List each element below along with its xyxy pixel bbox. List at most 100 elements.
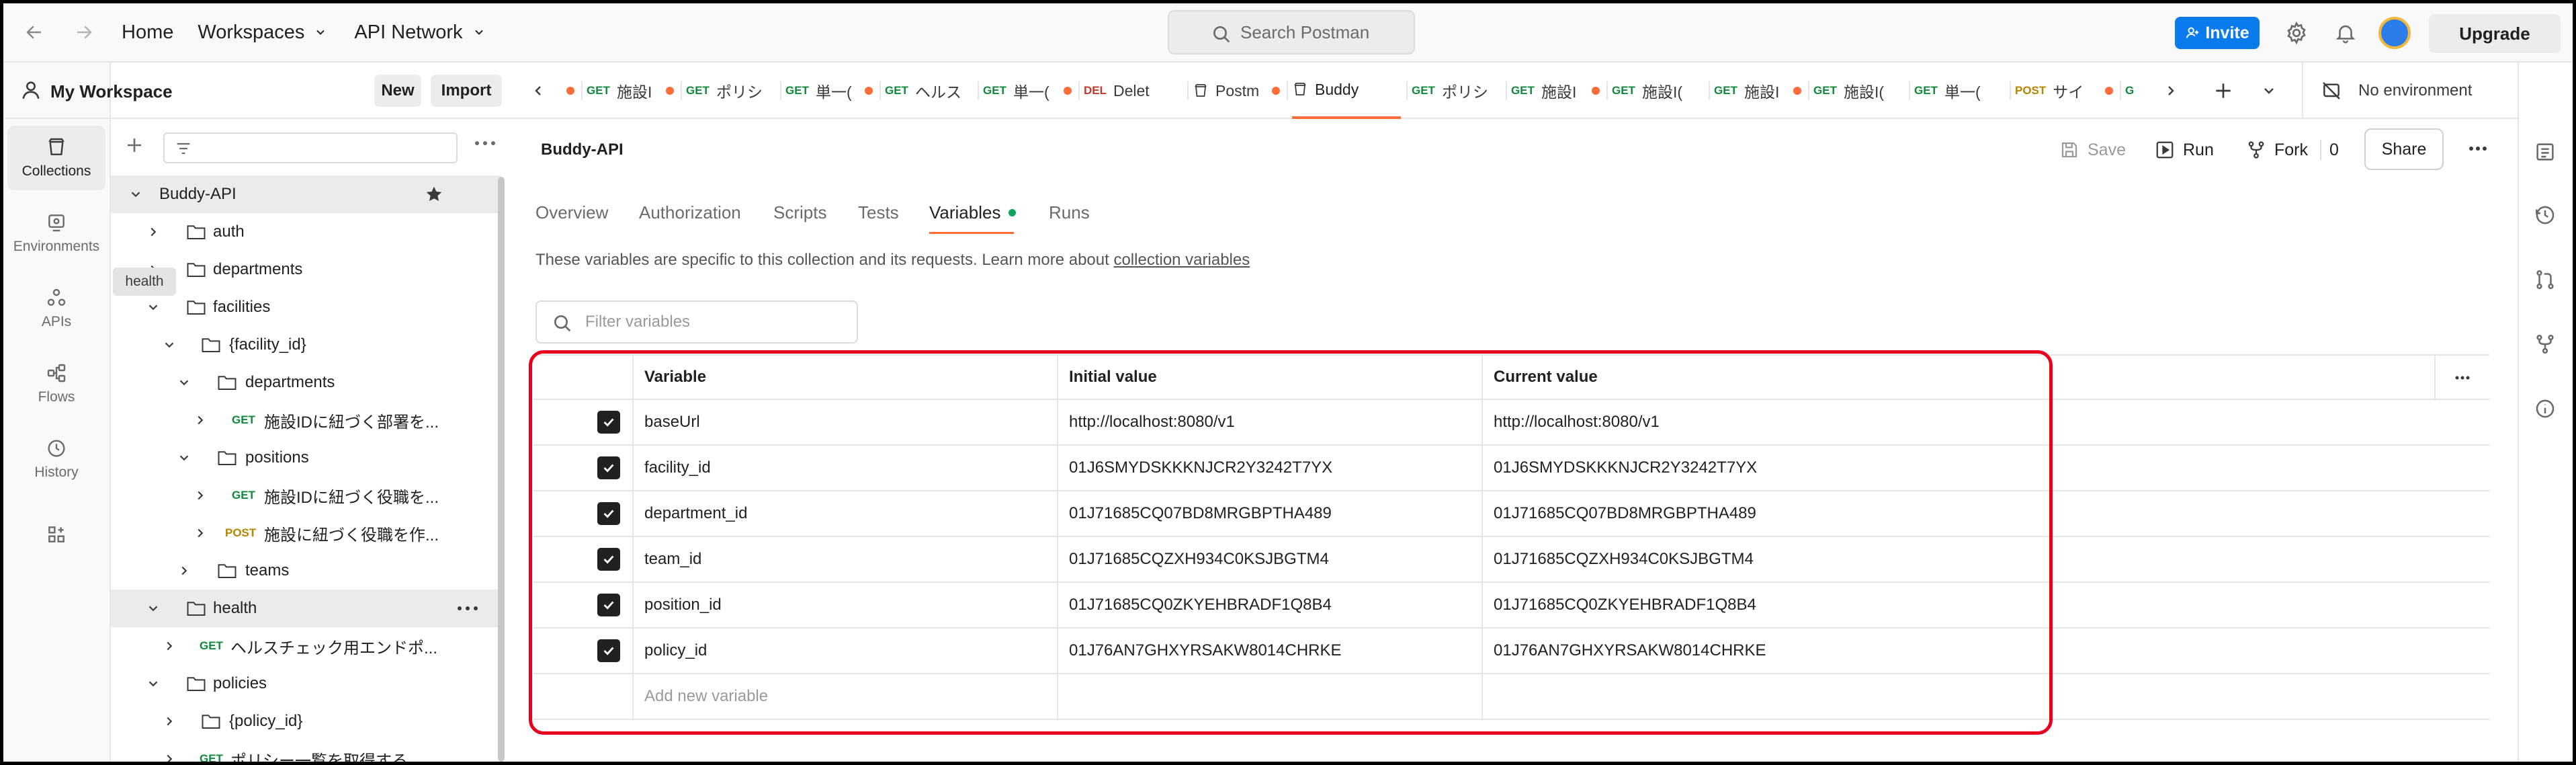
- request-tab[interactable]: GET ポリシ: [686, 63, 775, 119]
- variable-name-cell[interactable]: facility_id: [632, 446, 711, 490]
- search-postman-input[interactable]: Search Postman: [1168, 10, 1415, 54]
- initial-value-cell[interactable]: 01J71685CQZXH934C0KSJBGTM4: [1057, 537, 1329, 581]
- save-button[interactable]: Save: [2059, 136, 2126, 163]
- request-tab[interactable]: GET 単一(: [785, 63, 874, 119]
- tab-runs[interactable]: Runs: [1049, 202, 1090, 223]
- current-value-cell[interactable]: 01J76AN7GHXYRSAKW8014CHRKE: [1482, 629, 1766, 673]
- info-icon[interactable]: [2534, 397, 2557, 420]
- share-button[interactable]: Share: [2364, 128, 2444, 170]
- variable-name-cell[interactable]: department_id: [632, 491, 747, 536]
- star-icon[interactable]: [424, 184, 444, 204]
- request-tab[interactable]: GET ポリシ: [1412, 63, 1500, 119]
- new-button[interactable]: New: [374, 75, 421, 107]
- tree-folder-teams[interactable]: teams: [111, 552, 501, 590]
- enabled-checkbox[interactable]: [597, 594, 620, 616]
- sidebar-scrollbar[interactable]: [498, 177, 505, 762]
- user-avatar[interactable]: [2378, 17, 2411, 49]
- current-value-cell[interactable]: 01J71685CQZXH934C0KSJBGTM4: [1482, 537, 1754, 581]
- tree-folder-positions[interactable]: positions: [111, 439, 501, 477]
- enabled-checkbox[interactable]: [597, 548, 620, 571]
- tab-tests[interactable]: Tests: [858, 202, 899, 223]
- request-tab[interactable]: GET 施設I(: [1813, 63, 1903, 119]
- tree-folder-health[interactable]: health: [111, 590, 501, 627]
- add-icon[interactable]: [124, 135, 144, 155]
- back-arrow-icon[interactable]: [19, 17, 49, 47]
- more-options-icon[interactable]: [2454, 374, 2471, 381]
- notifications-bell-icon[interactable]: [2332, 19, 2359, 46]
- changelog-icon[interactable]: [2534, 204, 2557, 227]
- enabled-checkbox[interactable]: [597, 639, 620, 662]
- chevron-right-icon[interactable]: [2163, 83, 2179, 99]
- current-value-cell[interactable]: http://localhost:8080/v1: [1482, 400, 1660, 444]
- tree-request[interactable]: GET 施設IDに紐づく部署を...: [111, 401, 501, 439]
- collection-variables-link[interactable]: collection variables: [1113, 251, 1250, 269]
- request-tab[interactable]: GET 単一(: [983, 63, 1073, 119]
- new-tab-plus-icon[interactable]: [2213, 80, 2234, 102]
- request-tab[interactable]: GET ヘルス: [885, 63, 972, 119]
- initial-value-cell[interactable]: http://localhost:8080/v1: [1057, 400, 1235, 444]
- rail-apis[interactable]: APIs: [7, 276, 105, 341]
- variable-name-cell[interactable]: team_id: [632, 537, 701, 581]
- variable-name-cell[interactable]: baseUrl: [632, 400, 700, 444]
- variable-name-cell[interactable]: position_id: [632, 583, 722, 627]
- more-options-icon[interactable]: [456, 604, 479, 612]
- tree-collection-buddy-api[interactable]: Buddy-API: [111, 175, 501, 213]
- tree-request[interactable]: POST 施設に紐づく役職を作...: [111, 514, 501, 552]
- chevron-left-icon[interactable]: [530, 83, 546, 99]
- rail-flows[interactable]: Flows: [7, 352, 105, 416]
- rail-collections[interactable]: Collections: [7, 126, 105, 190]
- home-link[interactable]: Home: [122, 22, 173, 44]
- tree-request[interactable]: GET ポリシー一覧を取得する: [111, 740, 501, 762]
- enabled-checkbox[interactable]: [597, 411, 620, 434]
- add-variable-placeholder[interactable]: Add new variable: [632, 674, 768, 719]
- pull-request-icon[interactable]: [2534, 268, 2557, 291]
- more-options-icon[interactable]: [474, 139, 497, 147]
- initial-value-cell[interactable]: 01J6SMYDSKKKNJCR2Y3242T7YX: [1057, 446, 1332, 490]
- request-tab[interactable]: G: [2125, 63, 2139, 119]
- tab-variables[interactable]: Variables: [929, 202, 1000, 223]
- tab-overview[interactable]: Overview: [535, 202, 608, 223]
- enabled-checkbox[interactable]: [597, 502, 620, 525]
- tabs-menu-chevron-icon[interactable]: [2261, 83, 2277, 99]
- request-tab[interactable]: POST サイ: [2015, 63, 2114, 119]
- request-tab[interactable]: Buddy: [1292, 63, 1401, 119]
- documentation-icon[interactable]: [2534, 140, 2557, 163]
- current-value-cell[interactable]: 01J71685CQ07BD8MRGBPTHA489: [1482, 491, 1756, 536]
- request-tab[interactable]: GET 施設I: [587, 63, 675, 119]
- more-options-icon[interactable]: [2468, 145, 2488, 153]
- import-button[interactable]: Import: [431, 75, 502, 107]
- tree-folder-policies[interactable]: policies: [111, 665, 501, 702]
- sidebar-filter-input[interactable]: [163, 132, 458, 163]
- tree-folder-auth[interactable]: auth: [111, 213, 501, 251]
- initial-value-cell[interactable]: 01J76AN7GHXYRSAKW8014CHRKE: [1057, 629, 1342, 673]
- initial-value-cell[interactable]: 01J71685CQ07BD8MRGBPTHA489: [1057, 491, 1332, 536]
- tree-folder-departments-sub[interactable]: departments: [111, 364, 501, 401]
- variable-name-cell[interactable]: policy_id: [632, 629, 707, 673]
- request-tab[interactable]: GET 施設I(: [1612, 63, 1703, 119]
- forward-arrow-icon[interactable]: [69, 17, 99, 47]
- filter-variables-input[interactable]: Filter variables: [535, 300, 858, 344]
- settings-gear-icon[interactable]: [2283, 19, 2310, 46]
- tree-request[interactable]: GET 施設IDに紐づく役職を...: [111, 477, 501, 514]
- rail-environments[interactable]: Environments: [7, 201, 105, 266]
- request-tab[interactable]: DEL Delet: [1084, 63, 1182, 119]
- upgrade-button[interactable]: Upgrade: [2429, 14, 2561, 53]
- request-tab[interactable]: Postm: [1193, 63, 1281, 119]
- request-tab[interactable]: GET 単一(: [1914, 63, 2004, 119]
- add-variable-row[interactable]: Add new variable: [533, 674, 2489, 720]
- current-value-cell[interactable]: 01J6SMYDSKKKNJCR2Y3242T7YX: [1482, 446, 1757, 490]
- current-value-cell[interactable]: 01J71685CQ0ZKYEHBRADF1Q8B4: [1482, 583, 1756, 627]
- tree-folder-policy-id[interactable]: {policy_id}: [111, 702, 501, 740]
- tree-folder-facility-id[interactable]: {facility_id}: [111, 326, 501, 364]
- tab-authorization[interactable]: Authorization: [639, 202, 741, 223]
- enabled-checkbox[interactable]: [597, 456, 620, 479]
- tree-request[interactable]: GET ヘルスチェック用エンドポ...: [111, 627, 501, 665]
- api-network-menu[interactable]: API Network: [354, 22, 485, 44]
- rail-history[interactable]: History: [7, 427, 105, 491]
- fork-branch-icon[interactable]: [2534, 333, 2557, 356]
- workspaces-menu[interactable]: Workspaces: [198, 22, 327, 44]
- invite-button[interactable]: Invite: [2175, 17, 2260, 49]
- request-tab[interactable]: GET 施設I: [1511, 63, 1601, 119]
- run-button[interactable]: Run: [2155, 136, 2214, 163]
- request-tab[interactable]: GET 施設I: [1714, 63, 1803, 119]
